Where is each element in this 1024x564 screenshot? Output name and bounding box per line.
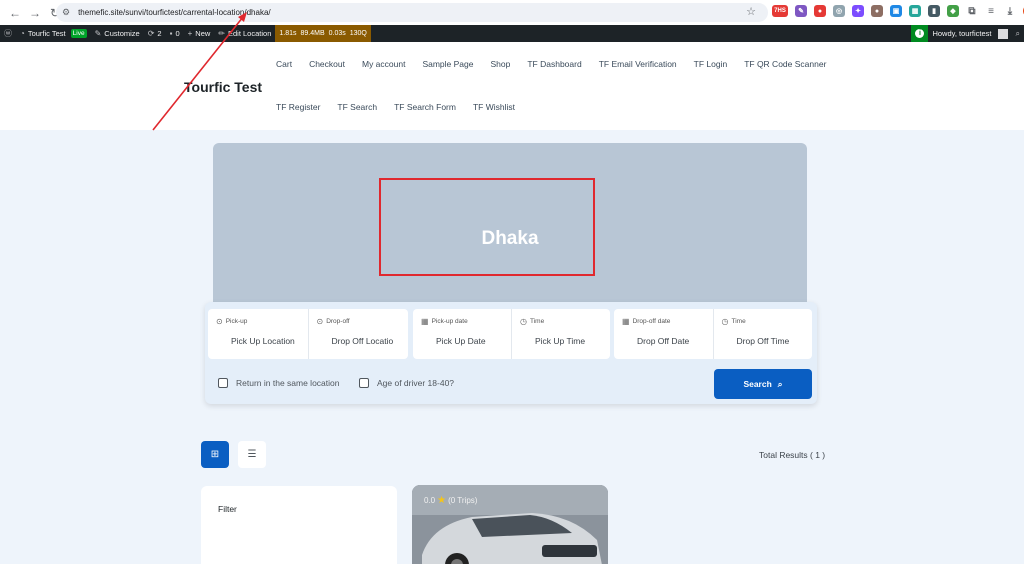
extension-badge-icon[interactable]: 7HS (772, 5, 788, 17)
translate-extension-icon[interactable]: ▣ (890, 5, 902, 17)
list-icon: ☰ (247, 449, 257, 460)
grid-icon: ⊞ (210, 449, 220, 460)
pickup-datetime-fields: ▦ Pick-up date Pick Up Date ◷ Time Pick Up… (413, 309, 610, 359)
updates-icon: ⟳ (147, 29, 155, 38)
menu-item-tf-search[interactable]: TF Search (337, 102, 377, 112)
bookmark-extension-icon[interactable]: ▮ (928, 5, 940, 17)
filter-sidebar: Filter (201, 486, 397, 564)
dropoff-location-input[interactable]: Drop Off Locatio (317, 336, 409, 346)
person-pin-icon: ⊙ (316, 317, 324, 326)
driver-age-checkbox[interactable] (359, 378, 369, 388)
admin-new[interactable]: + New (184, 25, 215, 42)
calendar-icon: ▦ (421, 317, 429, 326)
puzzle-icon[interactable]: ⧉ (966, 5, 978, 17)
menu-item-shop[interactable]: Shop (491, 59, 511, 69)
clock-icon: ◷ (721, 317, 729, 326)
address-bar[interactable]: ⚙ themefic.site/sunvi/tourfictest/carren… (56, 3, 768, 22)
primary-menu-row-2: TF Register TF Search TF Search Form TF … (276, 102, 532, 112)
forward-icon[interactable]: → (26, 4, 44, 22)
menu-item-tf-search-form[interactable]: TF Search Form (394, 102, 456, 112)
dropoff-date-input[interactable]: Drop Off Date (622, 336, 713, 346)
menu-item-checkout[interactable]: Checkout (309, 59, 345, 69)
search-icon: ⌕ (777, 378, 783, 389)
dropoff-time-field[interactable]: ◷ Time Drop Off Time (712, 309, 813, 359)
car-search-form: ⊙ Pick-up Pick Up Location ⊙ Drop-off Drop… (205, 302, 817, 404)
url-text: themefic.site/sunvi/tourfictest/carrenta… (78, 8, 271, 17)
driver-age-option[interactable]: Age of driver 18-40? (359, 378, 454, 388)
plus-icon: + (187, 29, 193, 38)
total-results: Total Results ( 1 ) (759, 450, 826, 460)
menu-item-tf-qr-code-scanner[interactable]: TF QR Code Scanner (744, 59, 826, 69)
wp-logo-icon[interactable]: ⓦ (0, 25, 16, 42)
admin-search-icon[interactable]: ⌕ (1012, 25, 1024, 42)
admin-edit-location[interactable]: ✏ Edit Location (214, 25, 275, 42)
dropoff-location-field[interactable]: ⊙ Drop-off Drop Off Locatio (307, 309, 409, 359)
grid-extension-icon[interactable]: ▦ (909, 5, 921, 17)
dashboard-icon: ◔ (20, 29, 25, 38)
clock-icon: ◷ (520, 317, 527, 326)
calendar-icon: ▦ (622, 317, 630, 326)
admin-account[interactable]: Howdy, tourfictest (928, 25, 1011, 42)
primary-menu-row-1: Cart Checkout My account Sample Page Sho… (276, 59, 843, 69)
person-pin-icon: ⊙ (216, 317, 223, 326)
menu-item-tf-register[interactable]: TF Register (276, 102, 320, 112)
pickup-location-input[interactable]: Pick Up Location (216, 336, 308, 346)
pencil-icon: ✏ (218, 29, 225, 38)
car-rating: 0.0 ★ (0 Trips) (424, 495, 478, 506)
menu-item-cart[interactable]: Cart (276, 59, 292, 69)
compass-extension-icon[interactable]: ◎ (833, 5, 845, 17)
menu-item-tf-email-verification[interactable]: TF Email Verification (599, 59, 677, 69)
menu-item-my-account[interactable]: My account (362, 59, 405, 69)
dropoff-datetime-fields: ▦ Drop-off date Drop Off Date ◷ Time Drop … (614, 309, 812, 359)
pickup-location-field[interactable]: ⊙ Pick-up Pick Up Location (208, 309, 308, 359)
site-health-indicator[interactable]: i (911, 25, 929, 42)
site-header: Tourfic Test Cart Checkout My account Sa… (0, 42, 1024, 130)
list-view-button[interactable]: ☰ (238, 441, 266, 468)
pen-extension-icon[interactable]: ✎ (795, 5, 807, 17)
pickup-time-input[interactable]: Pick Up Time (520, 336, 610, 346)
grid-view-button[interactable]: ⊞ (201, 441, 229, 468)
search-button[interactable]: Search ⌕ (714, 369, 812, 399)
location-fields: ⊙ Pick-up Pick Up Location ⊙ Drop-off Drop… (208, 309, 408, 359)
browser-toolbar: ← → ↻ ⚙ themefic.site/sunvi/tourfictest/… (0, 0, 1024, 25)
comment-icon: ▪ (169, 29, 173, 38)
wp-admin-bar: ⓦ ◔ Tourfic Test Live ✎ Customize ⟳ 2 ▪ … (0, 25, 1024, 42)
download-icon[interactable]: ⤓ (1004, 5, 1016, 17)
menu-item-sample-page[interactable]: Sample Page (422, 59, 473, 69)
menu-item-tf-dashboard[interactable]: TF Dashboard (527, 59, 581, 69)
dropoff-date-field[interactable]: ▦ Drop-off date Drop Off Date (614, 309, 713, 359)
info-icon: i (915, 29, 925, 38)
brush-icon: ✎ (94, 29, 102, 38)
site-title[interactable]: Tourfic Test (184, 79, 262, 95)
filter-title: Filter (218, 504, 237, 514)
cookie-extension-icon[interactable]: ● (871, 5, 883, 17)
car-card[interactable]: 0.0 ★ (0 Trips) (412, 485, 608, 564)
back-icon[interactable]: ← (6, 4, 24, 22)
avatar (997, 28, 1008, 39)
admin-bar-right: i Howdy, tourfictest ⌕ (911, 25, 1024, 42)
menu-item-tf-login[interactable]: TF Login (694, 59, 728, 69)
pickup-date-input[interactable]: Pick Up Date (421, 336, 511, 346)
menu-item-tf-wishlist[interactable]: TF Wishlist (473, 102, 515, 112)
query-monitor-stats[interactable]: 1.81s 89.4MB 0.03s 130Q (275, 25, 371, 42)
site-info-icon[interactable]: ⚙ (62, 7, 70, 18)
pickup-date-field[interactable]: ▦ Pick-up date Pick Up Date (413, 309, 511, 359)
admin-updates[interactable]: ⟳ 2 (144, 25, 166, 42)
shield-extension-icon[interactable]: ◆ (947, 5, 959, 17)
extensions-row: 7HS ✎ ● ◎ ✦ ● ▣ ▦ ▮ ◆ ⧉ ≡ ⤓ ● (772, 5, 1024, 17)
return-same-location-option[interactable]: Return in the same location (218, 378, 339, 388)
live-badge: Live (70, 29, 87, 38)
admin-site-name[interactable]: ◔ Tourfic Test Live (16, 25, 91, 42)
star-icon: ★ (437, 495, 447, 506)
dropoff-time-input[interactable]: Drop Off Time (722, 336, 813, 346)
annotation-highlight-box (379, 178, 595, 276)
color-extension-icon[interactable]: ● (814, 5, 826, 17)
bookmark-star-icon[interactable]: ☆ (746, 5, 756, 18)
ai-extension-icon[interactable]: ✦ (852, 5, 864, 17)
admin-customize[interactable]: ✎ Customize (91, 25, 144, 42)
admin-comments[interactable]: ▪ 0 (166, 25, 184, 42)
playlist-icon[interactable]: ≡ (985, 5, 997, 17)
pickup-time-field[interactable]: ◷ Time Pick Up Time (511, 309, 610, 359)
return-same-location-checkbox[interactable] (218, 378, 228, 388)
